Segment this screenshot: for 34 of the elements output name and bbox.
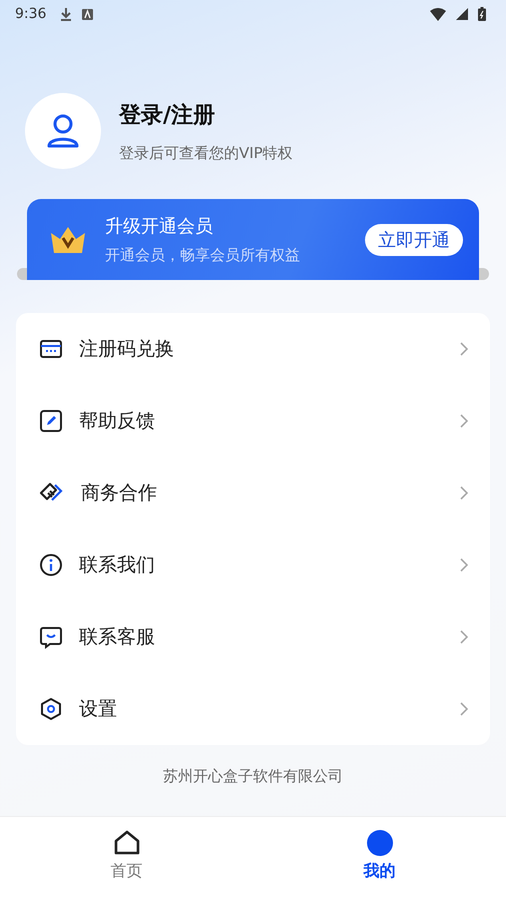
chevron-icon bbox=[460, 702, 468, 716]
battery-icon bbox=[478, 7, 486, 21]
status-time: 9:36 bbox=[15, 6, 46, 22]
menu-item[interactable]: 联系我们 bbox=[16, 529, 490, 601]
menu-item[interactable]: 注册码兑换 bbox=[16, 313, 490, 385]
chat-icon bbox=[39, 625, 63, 649]
chevron-icon bbox=[460, 630, 468, 644]
chevron-icon bbox=[460, 558, 468, 572]
menu-item[interactable]: 设置 bbox=[16, 673, 490, 745]
info-icon bbox=[39, 553, 63, 577]
nav-tab[interactable]: 首页 bbox=[0, 817, 253, 899]
download-icon bbox=[60, 7, 72, 21]
wifi-icon bbox=[430, 8, 446, 20]
card-icon bbox=[39, 337, 63, 361]
login-hint: 登录后可查看您的VIP特权 bbox=[119, 144, 293, 162]
home-icon bbox=[112, 829, 140, 857]
nav-tab[interactable]: 我的 bbox=[253, 817, 506, 899]
edit-icon bbox=[39, 409, 63, 433]
menu-item[interactable]: 帮助反馈 bbox=[16, 385, 490, 457]
profile-dot-icon bbox=[366, 829, 394, 857]
vip-title: 升级开通会员 bbox=[105, 215, 214, 238]
signal-icon bbox=[456, 8, 468, 20]
vip-subtitle: 开通会员，畅享会员所有权益 bbox=[105, 246, 301, 265]
login-link[interactable]: 登录/注册 bbox=[119, 100, 293, 130]
crown-icon bbox=[49, 224, 87, 254]
user-icon bbox=[46, 113, 80, 149]
chevron-icon bbox=[460, 486, 468, 500]
settings-icon bbox=[39, 697, 63, 721]
chevron-icon bbox=[460, 342, 468, 356]
company-name: 苏州开心盒子软件有限公司 bbox=[162, 767, 344, 786]
menu-item[interactable]: 联系客服 bbox=[16, 601, 490, 673]
activate-button[interactable]: 立即开通 bbox=[365, 224, 463, 256]
menu-item[interactable]: 商务合作 bbox=[16, 457, 490, 529]
chevron-icon bbox=[460, 414, 468, 428]
